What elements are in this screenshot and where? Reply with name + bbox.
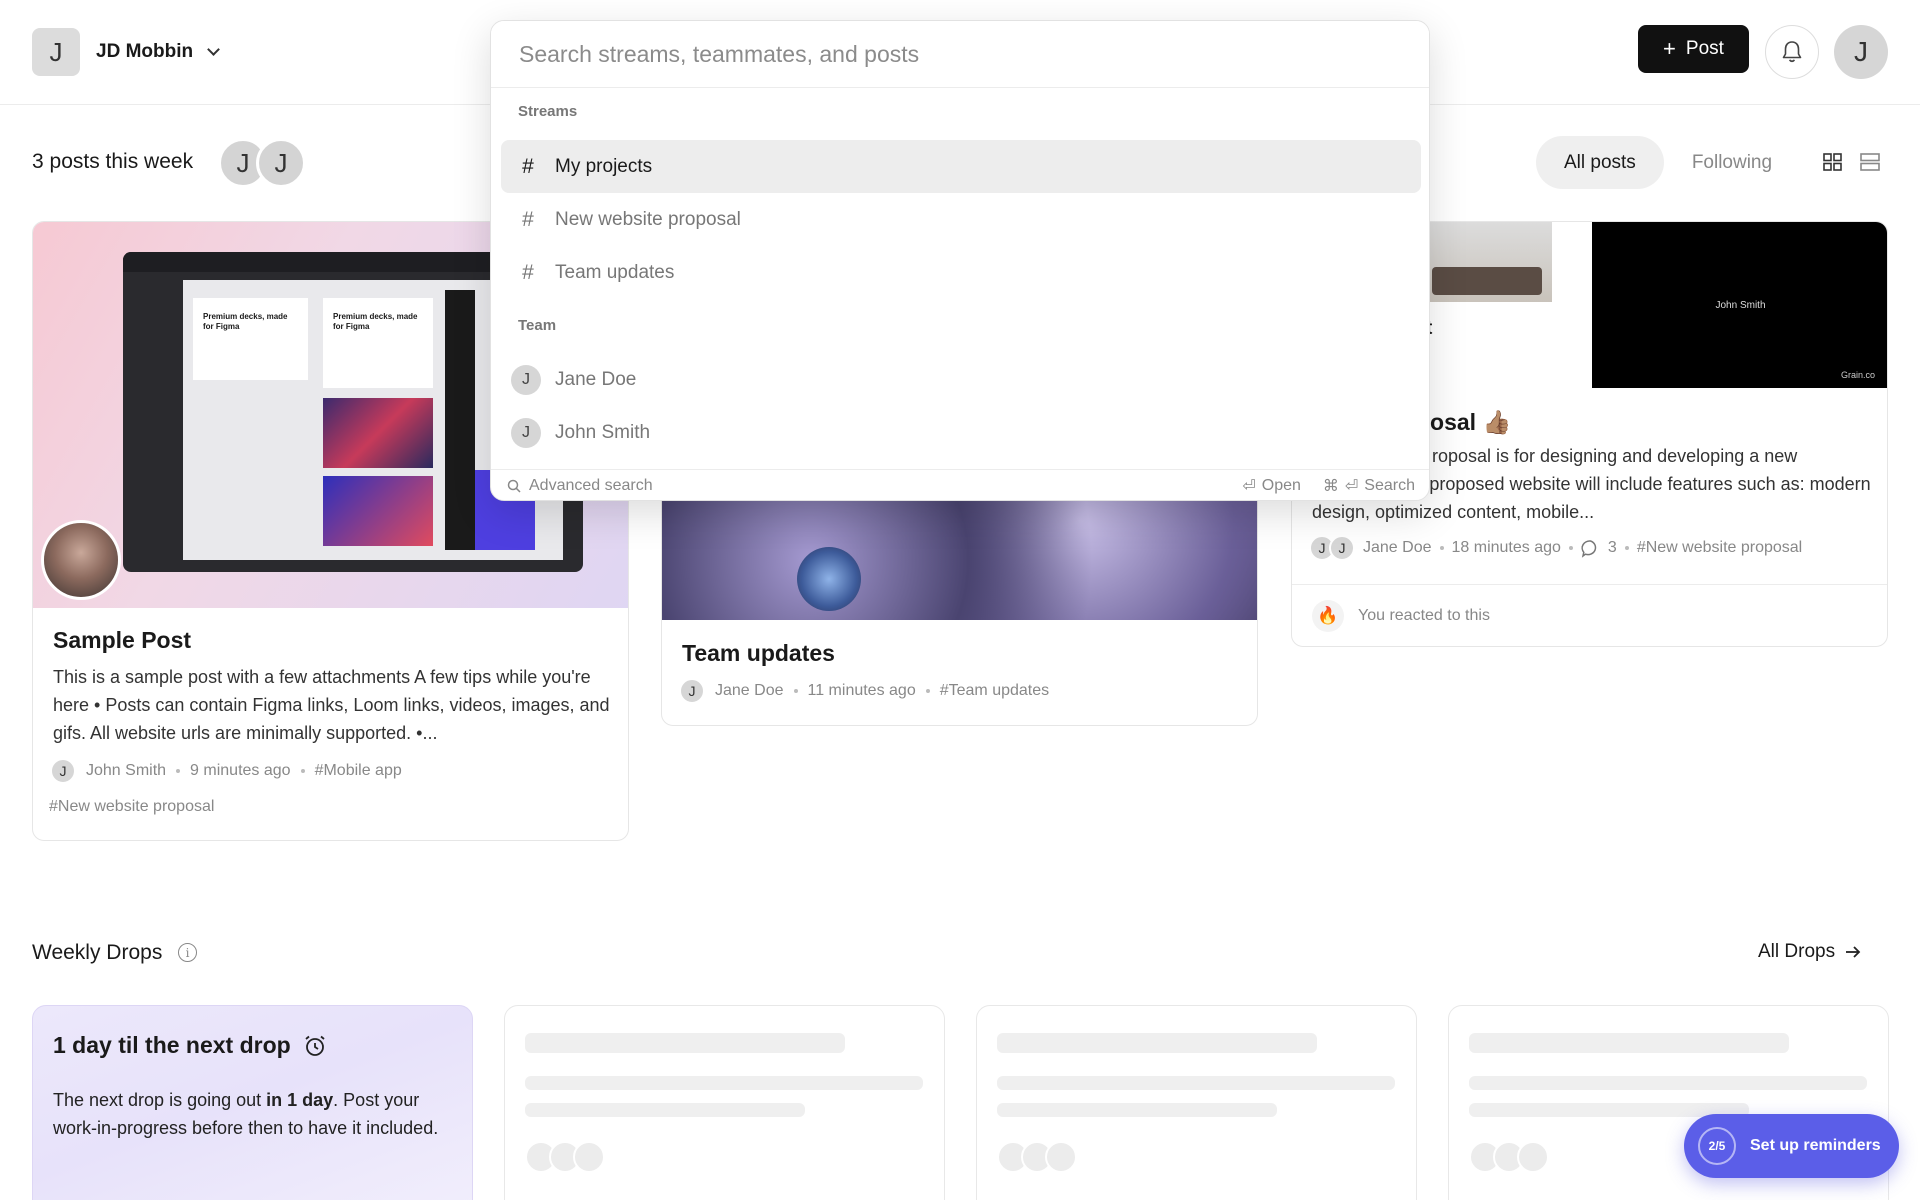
enter-key-icon: ⏎ <box>1344 478 1359 495</box>
member-avatar: J <box>511 417 541 448</box>
post-excerpt: This is a sample post with a few attachm… <box>53 667 610 743</box>
enter-key-icon: ⏎ <box>1242 478 1256 495</box>
search-hint: ⌘ ⏎ Search <box>1323 476 1415 496</box>
stream-tag[interactable]: #New website proposal <box>49 798 214 816</box>
drop-skeleton-card <box>976 1005 1417 1200</box>
command-key-icon: ⌘ <box>1322 478 1339 495</box>
slide-thumb: Premium decks, made for Figma <box>193 298 308 380</box>
post-title: posal 👍🏽 <box>1416 409 1512 435</box>
onboarding-progress: 2/5 <box>1698 1127 1736 1165</box>
tab-following[interactable]: Following <box>1664 136 1800 189</box>
member-name: Jane Doe <box>555 368 637 390</box>
grid-view-icon[interactable] <box>1823 153 1843 171</box>
next-drop-heading: 1 day til the next drop <box>53 1032 291 1058</box>
stream-tag[interactable]: #New website proposal <box>1637 539 1802 557</box>
post-time: 11 minutes ago <box>807 682 916 699</box>
stream-tag[interactable]: #Mobile app <box>315 762 402 780</box>
weekly-drops-title: Weekly Drops <box>32 941 163 964</box>
advanced-search-label: Advanced search <box>529 477 653 494</box>
stream-name: New website proposal <box>555 208 741 230</box>
post-meta: J J Jane Doe 18 minutes ago 3 #New websi… <box>1309 535 1802 561</box>
search-result-member[interactable]: J Jane Doe <box>501 353 1421 406</box>
hashtag-icon: # <box>522 260 534 284</box>
author-name[interactable]: Jane Doe <box>715 682 784 700</box>
notifications-button[interactable] <box>1765 25 1819 79</box>
next-drop-text: The next drop is going out in 1 day. Pos… <box>53 1090 439 1138</box>
org-name: JD Mobbin <box>96 41 194 62</box>
setup-reminders-label: Set up reminders <box>1750 1137 1881 1154</box>
all-drops-label: All Drops <box>1758 941 1836 962</box>
post-extra-tags: #New website proposal <box>49 798 214 816</box>
search-footer: Advanced search ⏎ Open ⌘ ⏎ Search <box>491 469 1429 500</box>
search-popover: Streams # My projects # New website prop… <box>490 20 1430 501</box>
all-drops-link[interactable]: All Drops <box>1758 941 1861 963</box>
author-avatar: J <box>1329 535 1355 561</box>
setup-reminders-button[interactable]: 2/5 Set up reminders <box>1684 1114 1899 1178</box>
comment-icon <box>1581 539 1597 558</box>
search-icon <box>507 479 521 493</box>
author-name[interactable]: Jane Doe <box>1363 539 1432 557</box>
tab-all-posts[interactable]: All posts <box>1536 136 1664 189</box>
reaction-text: You reacted to this <box>1358 607 1490 624</box>
contributors-facepile[interactable]: J J <box>218 138 306 188</box>
post-title: Sample Post <box>53 627 192 653</box>
open-hint-label: Open <box>1261 477 1301 494</box>
user-avatar[interactable]: J <box>1834 25 1888 79</box>
list-view-icon[interactable] <box>1860 153 1880 171</box>
stream-name: My projects <box>555 155 653 177</box>
search-input[interactable] <box>491 21 1429 88</box>
arrow-right-icon <box>1846 946 1861 958</box>
grain-video-thumbnail[interactable]: John Smith Grain.co <box>1592 222 1887 388</box>
member-name: John Smith <box>555 421 651 443</box>
advanced-search-link[interactable]: Advanced search <box>507 477 653 495</box>
hashtag-icon: # <box>522 154 534 178</box>
video-participant: John Smith <box>1715 300 1766 311</box>
author-avatar: J <box>50 758 76 784</box>
info-icon[interactable]: i <box>178 943 197 962</box>
comment-count[interactable]: 3 <box>1608 539 1617 557</box>
post-time: 18 minutes ago <box>1451 539 1561 556</box>
open-hint: ⏎ Open <box>1242 476 1301 496</box>
bell-icon <box>1782 41 1802 63</box>
reaction-row: 🔥 You reacted to this <box>1312 600 1490 632</box>
plus-icon: + <box>1663 36 1676 61</box>
search-result-member[interactable]: J John Smith <box>501 406 1421 459</box>
author-name[interactable]: John Smith <box>86 762 166 780</box>
streams-section-label: Streams <box>518 103 578 120</box>
fire-reaction[interactable]: 🔥 <box>1312 600 1344 632</box>
drop-skeleton-card <box>504 1005 945 1200</box>
search-result-stream[interactable]: # My projects <box>501 140 1421 193</box>
next-drop-card: 1 day til the next drop The next drop is… <box>32 1005 473 1200</box>
post-meta: J John Smith 9 minutes ago #Mobile app <box>50 758 402 784</box>
feed-filter-tabs: All posts Following <box>1536 136 1800 189</box>
org-avatar: J <box>32 28 80 76</box>
post-meta: J Jane Doe 11 minutes ago #Team updates <box>679 678 1049 704</box>
loom-presenter-avatar <box>41 520 121 600</box>
chevron-down-icon <box>207 43 220 56</box>
new-post-label: Post <box>1685 38 1724 59</box>
grain-logo: Grain.co <box>1840 370 1875 380</box>
org-switcher[interactable]: J JD Mobbin <box>32 28 220 76</box>
author-avatar: J <box>679 678 705 704</box>
member-avatar: J <box>511 364 541 395</box>
posts-this-week: 3 posts this week <box>32 150 194 173</box>
stream-tag[interactable]: #Team updates <box>940 682 1049 700</box>
search-result-stream[interactable]: # Team updates <box>501 246 1421 299</box>
alarm-clock-icon <box>305 1035 325 1056</box>
search-result-stream[interactable]: # New website proposal <box>501 193 1421 246</box>
new-post-button[interactable]: + Post <box>1638 25 1749 73</box>
hashtag-icon: # <box>522 207 534 231</box>
team-section-label: Team <box>518 317 557 334</box>
post-title: Team updates <box>682 640 835 666</box>
search-hint-label: Search <box>1364 477 1415 494</box>
post-time: 9 minutes ago <box>190 762 291 779</box>
slide-thumb: Premium decks, made for Figma <box>323 298 433 388</box>
stream-name: Team updates <box>555 261 675 283</box>
contributor-avatar: J <box>256 138 306 188</box>
